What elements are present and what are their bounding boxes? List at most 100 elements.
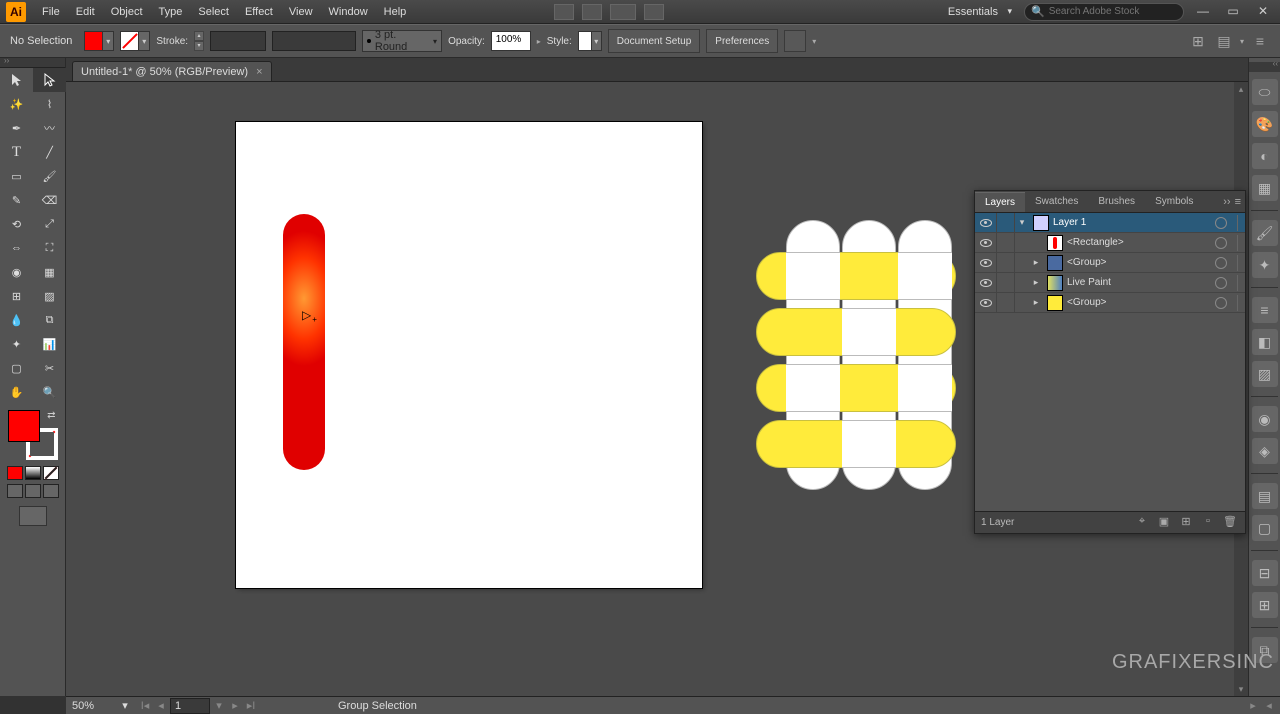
- panel-menu-icon[interactable]: ≡: [1250, 31, 1270, 51]
- draw-behind[interactable]: [25, 484, 41, 498]
- draw-inside[interactable]: [43, 484, 59, 498]
- arrange-icon[interactable]: [610, 4, 636, 20]
- selection-indicator[interactable]: [1237, 215, 1245, 231]
- stock-icon[interactable]: [582, 4, 602, 20]
- layer-row[interactable]: ▾ Layer 1: [975, 213, 1245, 233]
- selection-indicator[interactable]: [1237, 235, 1245, 251]
- graph-tool[interactable]: 📊: [33, 332, 66, 356]
- status-scroll-left-icon[interactable]: ◂: [1262, 699, 1276, 712]
- appearance-icon[interactable]: ◉: [1252, 406, 1278, 432]
- artboard-dropdown-icon[interactable]: ▾: [212, 699, 226, 712]
- new-layer-icon[interactable]: ▫: [1199, 515, 1217, 531]
- scroll-down-icon[interactable]: ▾: [1234, 682, 1248, 696]
- menu-effect[interactable]: Effect: [237, 2, 281, 22]
- right-strip-collapse-tab[interactable]: [1249, 62, 1280, 72]
- visibility-toggle[interactable]: [975, 273, 997, 292]
- magic-wand-tool[interactable]: ✨: [0, 92, 33, 116]
- tab-brushes[interactable]: Brushes: [1088, 192, 1145, 211]
- first-artboard-icon[interactable]: I◂: [138, 699, 152, 712]
- screen-mode-button[interactable]: [19, 506, 47, 526]
- zoom-dropdown-icon[interactable]: ▾: [118, 699, 132, 712]
- search-input[interactable]: [1049, 6, 1177, 17]
- pencil-tool[interactable]: ✎: [0, 188, 33, 212]
- close-button[interactable]: ✕: [1252, 4, 1274, 20]
- target-icon[interactable]: [1215, 277, 1227, 289]
- swap-fill-stroke-icon[interactable]: ⇄: [47, 410, 55, 421]
- variable-width-field[interactable]: [272, 31, 356, 51]
- draw-normal[interactable]: [7, 484, 23, 498]
- visibility-toggle[interactable]: [975, 213, 997, 232]
- symbol-sprayer-tool[interactable]: ✦: [0, 332, 33, 356]
- line-tool[interactable]: ╱: [33, 140, 66, 164]
- document-setup-button[interactable]: Document Setup: [608, 29, 701, 53]
- stroke-weight-field[interactable]: [210, 31, 266, 51]
- visibility-toggle[interactable]: [975, 233, 997, 252]
- minimize-button[interactable]: —: [1192, 4, 1214, 20]
- graphic-style[interactable]: ▾: [578, 31, 602, 51]
- next-artboard-icon[interactable]: ▸: [228, 699, 242, 712]
- layers-icon[interactable]: ▤: [1252, 483, 1278, 509]
- color-icon[interactable]: 🎨: [1252, 111, 1278, 137]
- menu-help[interactable]: Help: [376, 2, 415, 22]
- menu-select[interactable]: Select: [190, 2, 237, 22]
- tab-symbols[interactable]: Symbols: [1145, 192, 1203, 211]
- menu-object[interactable]: Object: [103, 2, 151, 22]
- expand-toggle[interactable]: ▸: [1029, 297, 1043, 308]
- swatches-icon[interactable]: ▦: [1252, 175, 1278, 201]
- menu-window[interactable]: Window: [321, 2, 376, 22]
- color-guide-icon[interactable]: ◐: [1252, 143, 1278, 169]
- lock-toggle[interactable]: [997, 233, 1015, 252]
- layer-name[interactable]: Live Paint: [1067, 277, 1215, 288]
- symbols-icon[interactable]: ✦: [1252, 252, 1278, 278]
- align-icon[interactable]: [784, 30, 806, 52]
- preferences-button[interactable]: Preferences: [706, 29, 778, 53]
- make-clipping-mask-icon[interactable]: ▣: [1155, 515, 1173, 531]
- stroke-panel-icon[interactable]: ≡: [1252, 297, 1278, 323]
- stroke-weight-stepper[interactable]: ▴▾: [194, 31, 204, 51]
- color-mode-gradient[interactable]: [25, 466, 41, 480]
- menu-file[interactable]: File: [34, 2, 68, 22]
- search-stock[interactable]: 🔍: [1024, 3, 1184, 21]
- perspective-tool[interactable]: ▦: [33, 260, 66, 284]
- sync-icon[interactable]: [644, 4, 664, 20]
- layer-name[interactable]: <Group>: [1067, 297, 1215, 308]
- mesh-tool[interactable]: ⊞: [0, 284, 33, 308]
- menu-edit[interactable]: Edit: [68, 2, 103, 22]
- tab-swatches[interactable]: Swatches: [1025, 192, 1088, 211]
- tab-layers[interactable]: Layers: [975, 192, 1025, 212]
- visibility-toggle[interactable]: [975, 293, 997, 312]
- selection-tool[interactable]: [0, 68, 33, 92]
- stroke-swatch[interactable]: ▾: [120, 31, 150, 51]
- layer-row[interactable]: <Rectangle>: [975, 233, 1245, 253]
- hand-tool[interactable]: ✋: [0, 380, 33, 404]
- zoom-tool[interactable]: 🔍: [33, 380, 66, 404]
- target-icon[interactable]: [1215, 257, 1227, 269]
- layer-name[interactable]: <Group>: [1067, 257, 1215, 268]
- red-rounded-rectangle[interactable]: [283, 214, 325, 470]
- curvature-tool[interactable]: 〰: [33, 116, 66, 140]
- doc-view-icon-2[interactable]: ▤: [1214, 31, 1234, 51]
- visibility-toggle[interactable]: [975, 253, 997, 272]
- layer-name[interactable]: <Rectangle>: [1067, 237, 1215, 248]
- panel-collapse-icon[interactable]: ››: [1223, 196, 1230, 208]
- status-play-icon[interactable]: ▸: [1246, 699, 1260, 712]
- direct-selection-tool[interactable]: [33, 68, 66, 92]
- prev-artboard-icon[interactable]: ◂: [154, 699, 168, 712]
- color-mode-none[interactable]: [43, 466, 59, 480]
- align-panel-icon[interactable]: ⊟: [1252, 560, 1278, 586]
- maximize-button[interactable]: ▭: [1222, 4, 1244, 20]
- opacity-dropdown[interactable]: ▸: [537, 37, 541, 46]
- new-sublayer-icon[interactable]: ⊞: [1177, 515, 1195, 531]
- artboard-tool[interactable]: ▢: [0, 356, 33, 380]
- eraser-tool[interactable]: ⌫: [33, 188, 66, 212]
- lock-toggle[interactable]: [997, 273, 1015, 292]
- free-transform-tool[interactable]: ⛶: [33, 236, 66, 260]
- color-mode-solid[interactable]: [7, 466, 23, 480]
- graphic-styles-icon[interactable]: ◈: [1252, 438, 1278, 464]
- layer-row[interactable]: ▸ <Group>: [975, 293, 1245, 313]
- toolbar-collapse-tab[interactable]: [0, 58, 65, 68]
- lasso-tool[interactable]: ⌇: [33, 92, 66, 116]
- brushes-icon[interactable]: 🖌: [1252, 220, 1278, 246]
- slice-tool[interactable]: ✂: [33, 356, 66, 380]
- menu-type[interactable]: Type: [151, 2, 191, 22]
